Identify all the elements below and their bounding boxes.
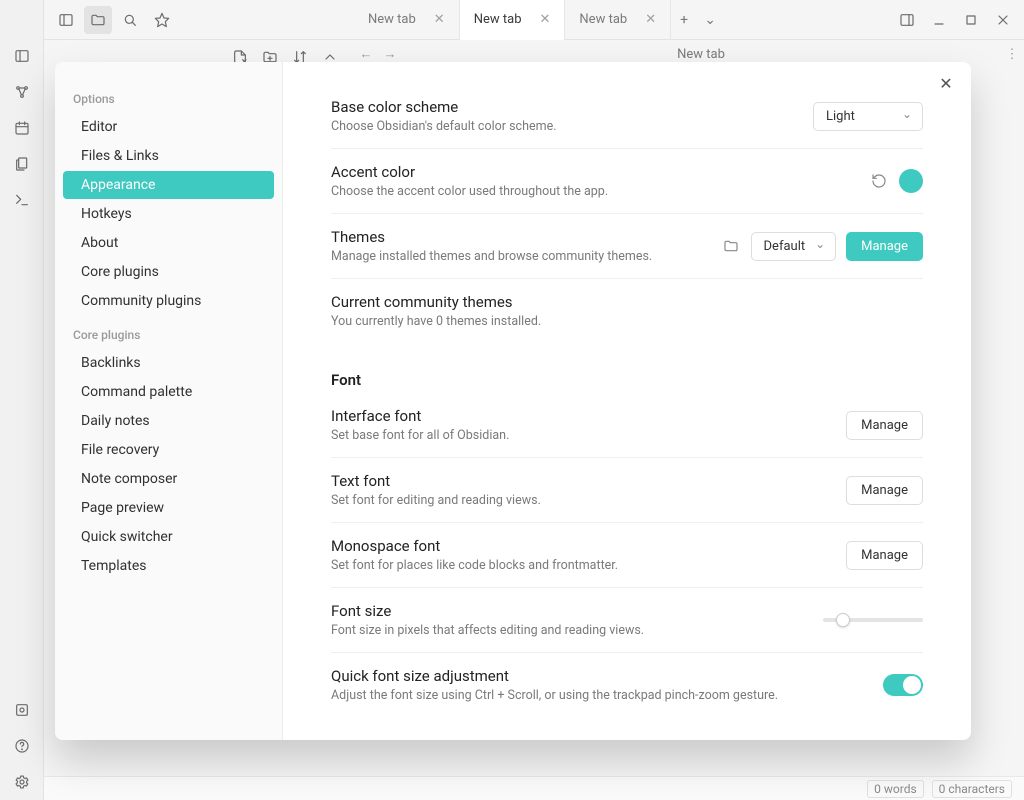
sidebar-item-page-preview[interactable]: Page preview	[63, 494, 274, 522]
sidebar-panel-icon[interactable]	[52, 6, 80, 34]
tab-1[interactable]: New tab ✕	[460, 0, 566, 40]
setting-desc: Set font for editing and reading views.	[331, 493, 846, 508]
setting-title: Interface font	[331, 407, 846, 425]
sidebar-item-files-links[interactable]: Files & Links	[63, 142, 274, 170]
help-icon[interactable]	[8, 732, 36, 760]
sidebar-item-command-palette[interactable]: Command palette	[63, 378, 274, 406]
nav-back-icon[interactable]: ←	[354, 46, 378, 62]
font-size-slider[interactable]	[823, 618, 923, 622]
terminal-icon[interactable]	[8, 186, 36, 214]
manage-interface-font-button[interactable]: Manage	[846, 411, 923, 440]
word-count: 0 words	[867, 780, 924, 798]
base-color-select[interactable]: Light	[813, 102, 923, 131]
setting-title: Text font	[331, 472, 846, 490]
reset-icon[interactable]	[869, 171, 889, 191]
settings-modal: Options Editor Files & Links Appearance …	[55, 62, 971, 740]
setting-desc: Set font for places like code blocks and…	[331, 558, 846, 573]
close-icon[interactable]: ✕	[645, 12, 656, 27]
close-icon[interactable]: ✕	[935, 72, 957, 94]
bookmark-icon[interactable]	[148, 6, 176, 34]
tab-label: New tab	[368, 12, 416, 27]
more-icon[interactable]: ⋮	[1000, 47, 1024, 62]
sidebar-tabstrip	[44, 6, 354, 34]
setting-base-color: Base color scheme Choose Obsidian's defa…	[331, 84, 923, 149]
sidebar-item-editor[interactable]: Editor	[63, 113, 274, 141]
sidebar-item-templates[interactable]: Templates	[63, 552, 274, 580]
tab-dropdown-icon[interactable]: ⌄	[697, 12, 723, 28]
tab-bar: New tab ✕ New tab ✕ New tab ✕ + ⌄	[354, 0, 1024, 40]
sidebar-item-daily-notes[interactable]: Daily notes	[63, 407, 274, 435]
settings-content: ✕ Base color scheme Choose Obsidian's de…	[283, 62, 971, 740]
calendar-icon[interactable]	[8, 114, 36, 142]
setting-title: Quick font size adjustment	[331, 667, 883, 685]
setting-title: Font size	[331, 602, 823, 620]
nav-forward-icon[interactable]: →	[378, 46, 402, 62]
slider-thumb[interactable]	[836, 613, 850, 627]
sidebar-group-header: Options	[55, 80, 282, 112]
left-rail	[0, 0, 44, 800]
minimize-icon[interactable]	[924, 6, 954, 34]
sidebar-item-hotkeys[interactable]: Hotkeys	[63, 200, 274, 228]
tab-label: New tab	[474, 12, 522, 27]
themes-folder-icon[interactable]	[721, 236, 741, 256]
setting-desc: You currently have 0 themes installed.	[331, 314, 923, 329]
setting-quick-font: Quick font size adjustment Adjust the fo…	[331, 653, 923, 717]
manage-text-font-button[interactable]: Manage	[846, 476, 923, 505]
sidebar-group-header: Core plugins	[55, 316, 282, 348]
char-count: 0 characters	[932, 780, 1012, 798]
settings-icon[interactable]	[8, 768, 36, 796]
setting-title: Themes	[331, 228, 721, 246]
sidebar-item-core-plugins[interactable]: Core plugins	[63, 258, 274, 286]
setting-font-size: Font size Font size in pixels that affec…	[331, 588, 923, 653]
setting-monospace-font: Monospace font Set font for places like …	[331, 523, 923, 588]
setting-interface-font: Interface font Set base font for all of …	[331, 393, 923, 458]
folder-icon[interactable]	[84, 6, 112, 34]
new-tab-button[interactable]: +	[671, 12, 697, 28]
sidebar-item-about[interactable]: About	[63, 229, 274, 257]
setting-desc: Set base font for all of Obsidian.	[331, 428, 846, 443]
graph-icon[interactable]	[8, 78, 36, 106]
setting-title: Accent color	[331, 163, 869, 181]
close-icon[interactable]: ✕	[540, 12, 551, 27]
tab-2[interactable]: New tab ✕	[565, 0, 671, 40]
setting-desc: Choose the accent color used throughout …	[331, 184, 869, 199]
tab-label: New tab	[579, 12, 627, 27]
setting-community-themes: Current community themes You currently h…	[331, 279, 923, 343]
theme-select[interactable]: Default	[751, 232, 837, 261]
sidebar-item-backlinks[interactable]: Backlinks	[63, 349, 274, 377]
setting-text-font: Text font Set font for editing and readi…	[331, 458, 923, 523]
section-header-font: Font	[331, 371, 923, 389]
setting-title: Monospace font	[331, 537, 846, 555]
window-close-icon[interactable]	[988, 6, 1018, 34]
setting-desc: Font size in pixels that affects editing…	[331, 623, 823, 638]
accent-color-swatch[interactable]	[899, 169, 923, 193]
search-icon[interactable]	[116, 6, 144, 34]
panel-toggle-icon[interactable]	[8, 42, 36, 70]
manage-themes-button[interactable]: Manage	[846, 232, 923, 261]
sidebar-item-community-plugins[interactable]: Community plugins	[63, 287, 274, 315]
setting-desc: Manage installed themes and browse commu…	[331, 249, 721, 264]
tab-0[interactable]: New tab ✕	[354, 0, 460, 40]
setting-themes: Themes Manage installed themes and brows…	[331, 214, 923, 279]
sidebar-item-note-composer[interactable]: Note composer	[63, 465, 274, 493]
manage-mono-font-button[interactable]: Manage	[846, 541, 923, 570]
titlebar: New tab ✕ New tab ✕ New tab ✕ + ⌄	[44, 0, 1024, 40]
setting-title: Base color scheme	[331, 98, 813, 116]
setting-desc: Choose Obsidian's default color scheme.	[331, 119, 813, 134]
sidebar-item-quick-switcher[interactable]: Quick switcher	[63, 523, 274, 551]
setting-accent-color: Accent color Choose the accent color use…	[331, 149, 923, 214]
breadcrumb: New tab	[402, 47, 1000, 62]
setting-title: Current community themes	[331, 293, 923, 311]
right-panel-icon[interactable]	[892, 6, 922, 34]
vault-icon[interactable]	[8, 696, 36, 724]
quick-font-toggle[interactable]	[883, 674, 923, 696]
settings-sidebar: Options Editor Files & Links Appearance …	[55, 62, 283, 740]
close-icon[interactable]: ✕	[434, 12, 445, 27]
setting-desc: Adjust the font size using Ctrl + Scroll…	[331, 688, 883, 703]
files-icon[interactable]	[8, 150, 36, 178]
status-bar: 0 words 0 characters	[44, 776, 1024, 800]
maximize-icon[interactable]	[956, 6, 986, 34]
sidebar-item-file-recovery[interactable]: File recovery	[63, 436, 274, 464]
sidebar-item-appearance[interactable]: Appearance	[63, 171, 274, 199]
